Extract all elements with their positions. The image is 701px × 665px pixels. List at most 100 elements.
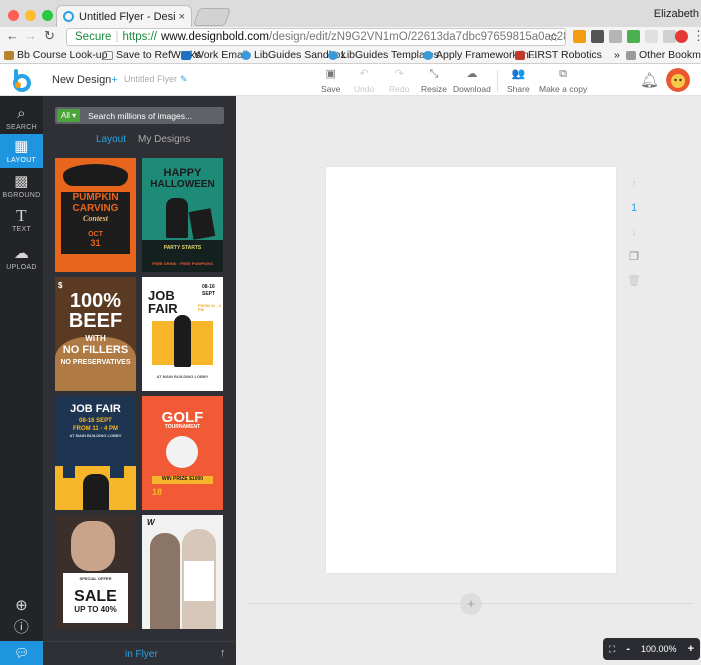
poster-line: Contest — [83, 214, 108, 223]
cloud-icon — [241, 50, 251, 60]
redo-button[interactable]: ↷ Redo — [389, 68, 409, 94]
poster-line: PUMPKIN — [72, 192, 119, 203]
rail-layout[interactable]: ▦ LAYOUT — [0, 134, 43, 168]
template-thumbnail[interactable]: PUMPKIN CARVING Contest OCT 31 — [55, 158, 136, 272]
save-button[interactable]: ▣ Save — [321, 68, 340, 94]
reload-icon[interactable]: ↻ — [44, 28, 55, 44]
profile-name[interactable]: Elizabeth — [654, 8, 699, 20]
bookmark-label: Bb Course Look-up — [17, 49, 108, 61]
poster-line: W — [147, 518, 155, 527]
app-header: New Design+ Untitled Flyer ✎ ▣ Save ↶ Undo … — [0, 64, 701, 96]
bookmark-item[interactable]: FIRST Robotics — [515, 49, 602, 61]
document-title[interactable]: Untitled Flyer ✎ — [124, 74, 188, 85]
forward-icon[interactable]: → — [24, 28, 37, 43]
template-thumbnail[interactable]: JOB FAIR 08-16 SEPT FROM 11 - 4 PM AT MA… — [142, 277, 223, 391]
close-window-button[interactable] — [8, 10, 19, 21]
rail-background[interactable]: ▩ BGROUND — [0, 172, 43, 204]
poster-line: 100% — [69, 290, 122, 312]
fit-screen-icon[interactable]: ⛶ — [609, 644, 615, 655]
category-dropdown[interactable]: All ▾ — [57, 109, 81, 122]
template-thumbnail[interactable]: $ 100% BEEF WITH NO FILLERS NO PRESERVAT… — [55, 277, 136, 391]
bookmarks-overflow[interactable]: » — [614, 49, 620, 61]
url-host: www.designbold.com — [160, 31, 269, 43]
extension-icon[interactable] — [591, 30, 604, 43]
background-icon: ▩ — [14, 173, 29, 190]
building-shape — [110, 458, 124, 478]
tab-my-designs[interactable]: My Designs — [138, 134, 190, 145]
folder-icon — [626, 50, 636, 60]
zoom-in-button[interactable]: + — [688, 643, 694, 655]
add-page-button[interactable]: + — [460, 593, 482, 615]
bookmark-star-icon[interactable]: ☆ — [548, 30, 559, 44]
scroll-up-icon[interactable]: ↑ — [220, 647, 226, 659]
back-icon[interactable]: ← — [6, 28, 19, 43]
bookmark-label: Work Email — [194, 49, 248, 61]
url-bar[interactable]: Secure | https:// www.designbold.com /de… — [66, 28, 566, 46]
share-button[interactable]: 👥 Share — [507, 68, 530, 94]
designbold-logo[interactable] — [9, 68, 33, 92]
rail-search-label: SEARCH — [6, 124, 37, 131]
rail-background-label: BGROUND — [2, 192, 41, 199]
tab-layout[interactable]: Layout — [96, 134, 126, 145]
golf-ball-shape — [166, 436, 198, 468]
person-silhouette — [150, 533, 180, 629]
new-design-button[interactable]: New Design+ — [52, 74, 118, 86]
extension-icon[interactable] — [627, 30, 640, 43]
browser-tab[interactable]: Untitled Flyer - DesignBold.com × — [56, 5, 192, 27]
poster-line: 18 — [152, 487, 163, 497]
zoom-window-button[interactable] — [42, 10, 53, 21]
move-page-down-icon[interactable]: ↓ — [626, 226, 642, 250]
rail-text[interactable]: T TEXT — [0, 206, 43, 238]
delete-page-icon[interactable]: 🗑︎ — [626, 274, 642, 298]
search-input[interactable]: Search millions of images... — [88, 111, 192, 121]
undo-button[interactable]: ↶ Undo — [354, 68, 374, 94]
template-thumbnail[interactable]: JOB FAIR 08-16 SEPT FROM 11 - 4 PM AT MA… — [55, 396, 136, 510]
bookmark-label: Other Bookmarks — [639, 49, 701, 61]
template-thumbnail[interactable]: GOLF TOURNAMENT WIN PRIZE $1000 18 — [142, 396, 223, 510]
poster-line: AT MAIN BUILDING LOBBY — [156, 374, 209, 379]
bookmark-item[interactable]: Bb Course Look-up — [4, 49, 107, 61]
save-label: Save — [321, 84, 341, 94]
extension-icon[interactable] — [609, 30, 622, 43]
share-icon: 👥 — [511, 68, 526, 80]
pencil-icon[interactable]: ✎ — [180, 74, 188, 84]
info-icon: ⓘ — [13, 619, 30, 636]
move-page-up-icon[interactable]: ↑ — [626, 178, 642, 202]
rail-search[interactable]: ⌕ SEARCH — [0, 102, 43, 134]
rail-upload[interactable]: ☁ UPLOAD — [0, 244, 43, 276]
image-search-bar[interactable]: All ▾ Search millions of images... — [55, 107, 224, 124]
avatar[interactable] — [666, 68, 690, 92]
rail-layout-label: LAYOUT — [6, 157, 37, 164]
bookmark-item[interactable]: Work Email — [181, 49, 247, 61]
design-canvas[interactable] — [326, 167, 616, 573]
poster-line: HALLOWEEN — [150, 179, 215, 190]
cloud-icon — [328, 50, 338, 60]
pinterest-extension-icon[interactable] — [675, 30, 688, 43]
poster-line: 31 — [90, 238, 101, 248]
info-button[interactable]: ⓘ — [0, 620, 43, 636]
new-design-label: New Design — [52, 74, 112, 86]
panel-footer: in Flyer ↑ — [43, 641, 236, 665]
zoom-out-button[interactable]: - — [626, 643, 630, 655]
duplicate-page-icon[interactable]: ❐ — [626, 250, 642, 274]
tab-close-icon[interactable]: × — [179, 11, 185, 23]
amazon-extension-icon[interactable] — [573, 30, 586, 43]
chat-button[interactable]: 💬︎ — [0, 641, 43, 665]
new-tab-button[interactable] — [193, 8, 231, 26]
template-thumbnail[interactable]: W — [142, 515, 223, 629]
first-robotics-icon — [515, 50, 525, 60]
template-thumbnail[interactable]: HAPPY HALLOWEEN PARTY STARTS FREE DRINK … — [142, 158, 223, 272]
handshake-silhouette — [83, 474, 109, 510]
minimize-window-button[interactable] — [25, 10, 36, 21]
outlook-icon — [181, 50, 191, 60]
template-thumbnail[interactable]: SPECIAL OFFER SALE UP TO 40% — [55, 515, 136, 629]
resize-button[interactable]: ⤡ Resize — [421, 68, 447, 94]
category-filter-label[interactable]: in Flyer — [125, 649, 158, 660]
make-a-copy-button[interactable]: ⧉ Make a copy — [539, 68, 587, 94]
extension-icon[interactable] — [645, 30, 658, 43]
browser-menu-icon[interactable]: ⋮ — [692, 28, 701, 44]
bookmark-item[interactable]: Other Bookmarks — [626, 49, 701, 61]
notification-bell-icon[interactable]: 🔔︎ — [640, 71, 659, 89]
help-button[interactable]: ⊕ — [0, 598, 43, 614]
download-button[interactable]: ☁ Download — [453, 68, 491, 94]
